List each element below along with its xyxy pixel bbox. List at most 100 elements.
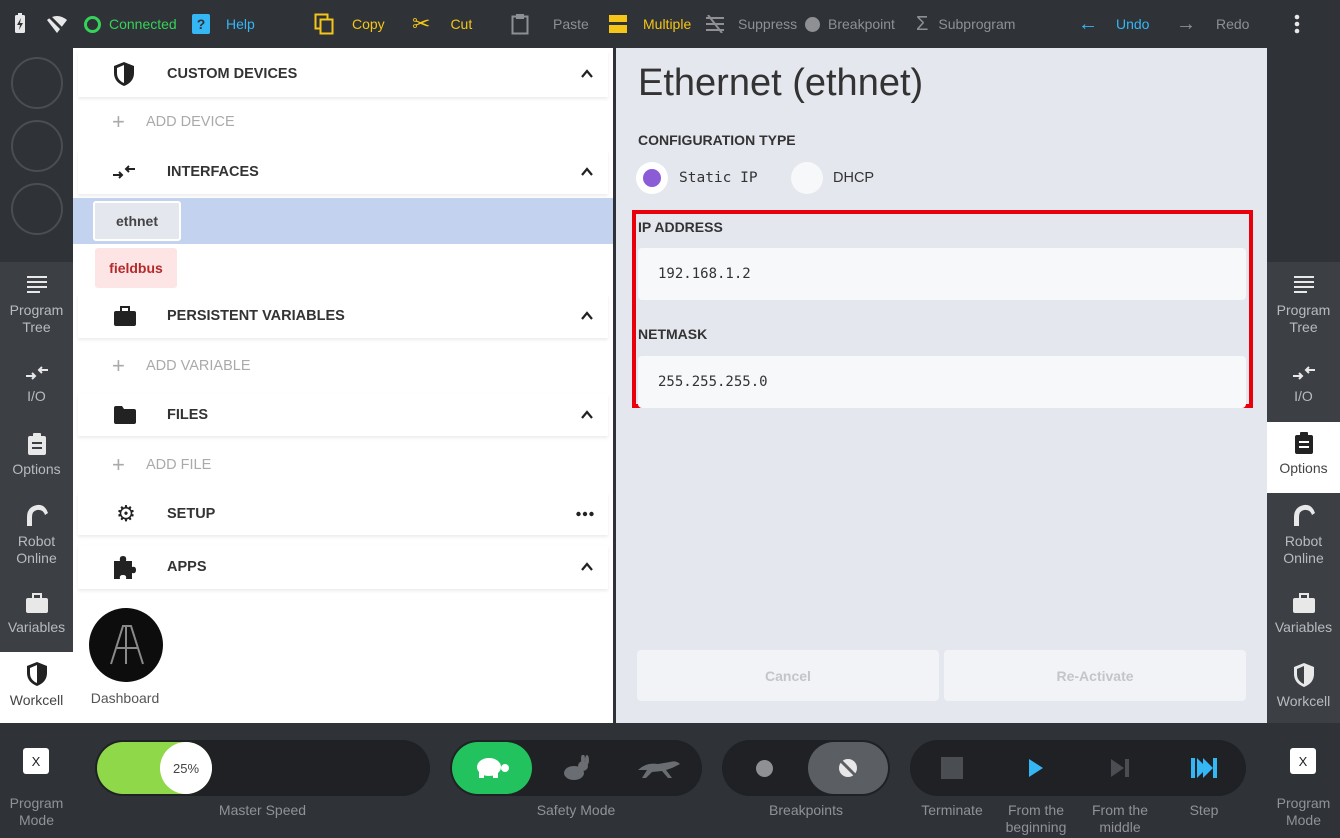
robot-arm-icon xyxy=(1293,504,1315,526)
ip-address-label: IP ADDRESS xyxy=(638,219,723,235)
breakpoint-button[interactable]: Breakpoint xyxy=(805,0,895,48)
chevron-up-icon[interactable] xyxy=(580,164,594,180)
netmask-field[interactable]: 255.255.255.0 xyxy=(638,356,1246,408)
breakpoint-off-icon xyxy=(838,758,858,778)
play-from-beginning-button[interactable] xyxy=(996,742,1076,794)
cut-button[interactable]: ✂ Cut xyxy=(412,0,472,48)
nav-io[interactable]: I/O xyxy=(0,364,73,412)
radio-static-ip[interactable]: Static IP xyxy=(636,161,758,195)
radio-unselected[interactable] xyxy=(791,162,823,194)
from-beginning-label: From the beginning xyxy=(1005,802,1067,835)
io-icon xyxy=(113,165,135,179)
nav-program-tree[interactable]: Program Tree xyxy=(1267,274,1340,342)
config-type-label: CONFIGURATION TYPE xyxy=(638,132,796,148)
help-button[interactable]: ? Help xyxy=(192,0,255,48)
section-files[interactable]: FILES xyxy=(78,394,608,436)
more-menu-button[interactable] xyxy=(1294,0,1300,48)
cancel-button[interactable]: Cancel xyxy=(637,650,939,701)
add-device-row[interactable]: + ADD DEVICE xyxy=(78,102,608,142)
copy-button[interactable]: Copy xyxy=(314,0,385,48)
breakpoints-on-button[interactable] xyxy=(724,742,804,794)
chevron-up-icon[interactable] xyxy=(580,308,594,324)
nav-label: I/O xyxy=(1294,388,1313,404)
safety-slow-button[interactable] xyxy=(452,742,532,794)
interface-detail-panel: Ethernet (ethnet) CONFIGURATION TYPE Sta… xyxy=(616,48,1267,723)
more-horizontal-icon[interactable] xyxy=(576,506,594,522)
chevron-up-icon[interactable] xyxy=(580,66,594,82)
interface-chip-ethnet[interactable]: ethnet xyxy=(93,201,181,241)
section-setup[interactable]: ⚙ SETUP xyxy=(78,493,608,535)
terminate-label: Terminate xyxy=(921,802,983,818)
nav-program-tree[interactable]: Program Tree xyxy=(0,274,73,342)
connection-status[interactable]: Connected xyxy=(84,0,177,48)
dashboard-app-icon[interactable] xyxy=(89,608,163,682)
section-title: CUSTOM DEVICES xyxy=(167,66,298,82)
program-mode-icon[interactable]: X xyxy=(1290,748,1316,774)
copy-label: Copy xyxy=(352,16,385,32)
nav-options[interactable]: Options xyxy=(0,433,73,483)
nav-workcell[interactable]: Workcell xyxy=(1267,663,1340,713)
radio-dhcp[interactable]: DHCP xyxy=(791,161,874,195)
suppress-button[interactable]: Suppress xyxy=(706,0,797,48)
section-persistent-variables[interactable]: PERSISTENT VARIABLES xyxy=(78,294,608,338)
chevron-up-icon[interactable] xyxy=(580,407,594,423)
program-mode-icon[interactable]: X xyxy=(23,748,49,774)
speed-knob[interactable]: 25% xyxy=(160,742,212,794)
paste-button[interactable]: Paste xyxy=(511,0,589,48)
nav-options[interactable]: Options xyxy=(1267,422,1340,493)
stop-icon xyxy=(941,757,963,779)
multiple-button[interactable]: Multiple xyxy=(609,0,691,48)
radio-label: DHCP xyxy=(833,170,875,186)
breakpoint-icon xyxy=(805,16,820,32)
step-button[interactable] xyxy=(1164,742,1244,794)
reactivate-button[interactable]: Re-Activate xyxy=(944,650,1246,701)
interface-row-ethnet[interactable]: ethnet xyxy=(73,198,613,244)
safety-fast-button[interactable] xyxy=(620,742,700,794)
play-from-middle-button[interactable] xyxy=(1080,742,1160,794)
nav-label: Workcell xyxy=(1276,693,1331,709)
nav-variables[interactable]: Variables xyxy=(0,593,73,643)
nav-io[interactable]: I/O xyxy=(1267,364,1340,412)
help-icon: ? xyxy=(192,14,210,34)
cut-label: Cut xyxy=(450,16,473,32)
terminate-button[interactable] xyxy=(912,742,992,794)
nav-robot-online[interactable]: Robot Online xyxy=(1267,503,1340,571)
add-variable-row[interactable]: + ADD VARIABLE xyxy=(78,346,608,386)
nav-label: Options xyxy=(12,461,61,477)
safety-medium-button[interactable] xyxy=(536,742,616,794)
section-title: SETUP xyxy=(167,506,216,522)
arrow-left-icon: ← xyxy=(1078,12,1098,35)
plus-icon: + xyxy=(112,353,125,378)
ip-address-field[interactable]: 192.168.1.2 xyxy=(638,248,1246,300)
nav-label: Robot Online xyxy=(16,533,57,566)
breakpoints-toggle xyxy=(722,740,890,796)
breakpoint-dot-icon xyxy=(755,759,773,777)
nav-robot-online[interactable]: Robot Online xyxy=(0,503,73,571)
program-tree-icon xyxy=(1293,276,1314,293)
nav-label: Program Tree xyxy=(9,302,64,335)
nav-label: Options xyxy=(1279,460,1328,476)
radio-selected[interactable] xyxy=(636,162,668,194)
sigma-icon: Σ xyxy=(916,12,929,35)
section-interfaces[interactable]: INTERFACES xyxy=(78,150,608,194)
vertical-dots-icon xyxy=(1294,14,1300,34)
add-file-row[interactable]: + ADD FILE xyxy=(78,445,608,485)
section-apps[interactable]: APPS xyxy=(78,545,608,589)
redo-button[interactable]: → Redo xyxy=(1176,0,1249,48)
undo-button[interactable]: ← Undo xyxy=(1078,0,1149,48)
right-rail: Program Tree I/O Options Robot Online Va… xyxy=(1267,48,1340,723)
section-custom-devices[interactable]: CUSTOM DEVICES xyxy=(78,51,608,97)
chevron-up-icon[interactable] xyxy=(580,559,594,575)
battery-icon xyxy=(12,0,28,48)
undo-label: Undo xyxy=(1116,16,1150,32)
nav-workcell[interactable]: Workcell xyxy=(0,652,73,723)
breakpoints-off-button[interactable] xyxy=(808,742,888,794)
master-speed-slider[interactable]: 25% xyxy=(95,740,430,796)
from-middle-label: From the middle xyxy=(1091,802,1148,835)
subprogram-button[interactable]: Σ Subprogram xyxy=(916,0,1015,48)
nav-variables[interactable]: Variables xyxy=(1267,593,1340,643)
interface-chip-fieldbus[interactable]: fieldbus xyxy=(95,248,177,288)
playback-controls xyxy=(910,740,1246,796)
wifi-off-icon[interactable] xyxy=(46,0,68,48)
arrow-right-icon: → xyxy=(1176,12,1196,35)
